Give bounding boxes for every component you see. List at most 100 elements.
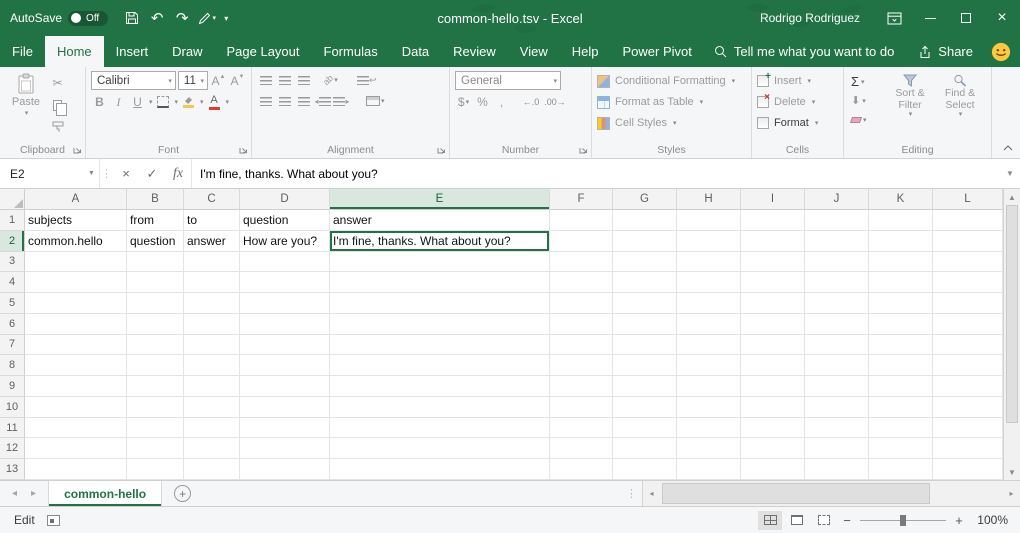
row-header-5[interactable]: 5 [0,293,25,314]
column-header-E[interactable]: E [330,189,550,210]
scroll-right-button[interactable]: ▸ [1003,481,1020,506]
column-header-J[interactable]: J [805,189,869,210]
cell-K13[interactable] [869,459,933,480]
cell-D13[interactable] [240,459,330,480]
close-button[interactable]: × [984,0,1020,36]
scroll-down-button[interactable]: ▼ [1004,464,1020,480]
cell-C6[interactable] [184,314,240,335]
cell-B2[interactable]: question [127,231,184,252]
scroll-left-button[interactable]: ◂ [643,481,660,506]
cell-E5[interactable] [330,293,550,314]
cell-H6[interactable] [677,314,741,335]
row-header-12[interactable]: 12 [0,438,25,459]
cell-J9[interactable] [805,376,869,397]
number-dialog-launcher[interactable] [578,144,589,155]
cell-J1[interactable] [805,210,869,231]
zoom-out-button[interactable]: − [839,513,855,528]
alignment-dialog-launcher[interactable] [436,144,447,155]
cell-B10[interactable] [127,397,184,418]
cell-D11[interactable] [240,418,330,439]
cell-G4[interactable] [613,272,677,293]
cell-B4[interactable] [127,272,184,293]
cell-J7[interactable] [805,335,869,356]
cell-I1[interactable] [741,210,805,231]
redo-button[interactable]: ↷ [170,4,194,32]
top-align-button[interactable] [257,71,274,89]
grow-font-button[interactable]: A▲ [210,72,227,90]
cell-G2[interactable] [613,231,677,252]
cell-B9[interactable] [127,376,184,397]
cell-L8[interactable] [933,355,1003,376]
cell-F6[interactable] [550,314,613,335]
zoom-in-button[interactable]: + [951,513,967,528]
cell-E10[interactable] [330,397,550,418]
cell-D12[interactable] [240,438,330,459]
cell-F3[interactable] [550,252,613,273]
cell-A8[interactable] [25,355,127,376]
cell-G9[interactable] [613,376,677,397]
copy-button[interactable] [49,96,66,114]
cell-J10[interactable] [805,397,869,418]
cell-G6[interactable] [613,314,677,335]
horizontal-scroll-thumb[interactable] [662,483,930,504]
cell-I5[interactable] [741,293,805,314]
cell-A4[interactable] [25,272,127,293]
row-header-6[interactable]: 6 [0,314,25,335]
cell-L1[interactable] [933,210,1003,231]
cell-J2[interactable] [805,231,869,252]
cell-B12[interactable] [127,438,184,459]
column-header-G[interactable]: G [613,189,677,210]
cell-F11[interactable] [550,418,613,439]
delete-cells-button[interactable]: Delete ▾ [757,93,838,111]
cell-F5[interactable] [550,293,613,314]
cell-L2[interactable] [933,231,1003,252]
cell-F9[interactable] [550,376,613,397]
macro-record-button[interactable] [47,515,60,526]
cell-I8[interactable] [741,355,805,376]
middle-align-button[interactable] [276,71,293,89]
bold-button[interactable]: B [91,93,108,111]
cell-D9[interactable] [240,376,330,397]
cell-J11[interactable] [805,418,869,439]
cell-D10[interactable] [240,397,330,418]
share-button[interactable]: Share [918,36,973,67]
zoom-level[interactable]: 100% [970,513,1008,527]
cell-D2[interactable]: How are you? [240,231,330,252]
cell-I11[interactable] [741,418,805,439]
zoom-slider-thumb[interactable] [900,515,906,526]
feedback-button[interactable] [991,36,1011,67]
autosave-pill[interactable]: Off [68,11,108,26]
maximize-button[interactable] [948,0,984,36]
cell-D5[interactable] [240,293,330,314]
cut-button[interactable]: ✂ [49,74,66,92]
cell-G3[interactable] [613,252,677,273]
cell-E9[interactable] [330,376,550,397]
select-all-button[interactable] [0,189,25,210]
row-header-11[interactable]: 11 [0,418,25,439]
cell-L10[interactable] [933,397,1003,418]
cell-E8[interactable] [330,355,550,376]
cell-K7[interactable] [869,335,933,356]
cell-A10[interactable] [25,397,127,418]
paste-button[interactable]: Paste ▾ [5,71,47,142]
minimize-button[interactable] [912,0,948,36]
expand-formula-bar-button[interactable]: ▼ [1000,159,1020,188]
column-header-F[interactable]: F [550,189,613,210]
cell-B7[interactable] [127,335,184,356]
ribbon-tab-insert[interactable]: Insert [104,36,161,67]
row-header-13[interactable]: 13 [0,459,25,480]
cell-J5[interactable] [805,293,869,314]
cell-C2[interactable]: answer [184,231,240,252]
cell-A12[interactable] [25,438,127,459]
vertical-scroll-track[interactable] [1004,205,1020,464]
number-format-select[interactable]: General ▾ [455,71,561,90]
cell-D4[interactable] [240,272,330,293]
cell-F10[interactable] [550,397,613,418]
format-painter-button[interactable] [49,118,66,136]
ribbon-tab-draw[interactable]: Draw [160,36,214,67]
row-header-9[interactable]: 9 [0,376,25,397]
format-as-table-button[interactable]: Format as Table ▾ [597,93,746,111]
tell-me-box[interactable]: Tell me what you want to do [714,36,894,67]
cell-B1[interactable]: from [127,210,184,231]
cell-C4[interactable] [184,272,240,293]
